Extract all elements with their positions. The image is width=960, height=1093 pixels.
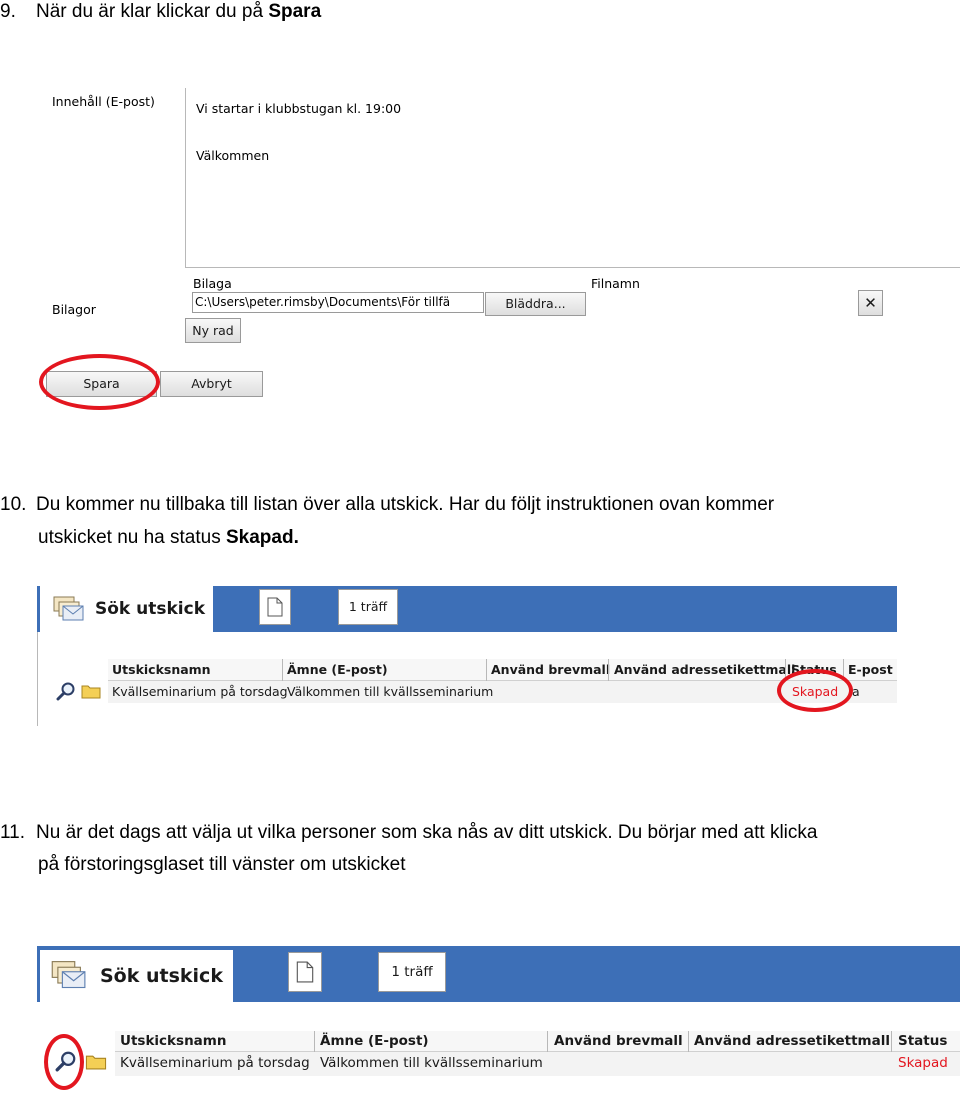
folder-icon[interactable] [81,683,101,699]
panel-title-tab: Sök utskick [40,586,213,632]
step-number: 10. [0,494,27,515]
step-11: 11. Nu är det dags att välja ut vilka per… [0,817,817,849]
attachments-label: Bilagor [52,302,96,317]
editor-line-1[interactable]: Vi startar i klubbstugan kl. 19:00 [196,101,401,116]
row-name: Kvällseminarium på torsdag [120,1055,310,1071]
step-number: 11. [0,822,26,843]
column-subject[interactable]: Ämne (E-post) [320,1033,429,1049]
column-status[interactable]: Status [898,1033,947,1049]
step-10-line-2: utskicket nu ha status Skapad. [0,522,299,554]
row-subject: Välkommen till kvällsseminarium [287,684,494,699]
row-status: Skapad [898,1055,948,1071]
remove-attachment-icon[interactable]: ✕ [858,290,883,316]
attachment-column-label: Bilaga [193,276,232,291]
magnifier-icon[interactable] [56,681,76,701]
folder-icon[interactable] [85,1053,107,1070]
filename-column-label: Filnamn [591,276,640,291]
step-text-bold: Skapad. [226,527,299,548]
column-name[interactable]: Utskicksnamn [120,1033,226,1049]
highlight-ring-magnifier [44,1034,84,1090]
step-text-line-2: utskicket nu ha status [38,527,226,548]
highlight-ring-save [39,354,160,410]
column-subject[interactable]: Ämne (E-post) [287,662,388,677]
column-name[interactable]: Utskicksnamn [112,662,211,677]
column-label-template[interactable]: Använd adressetikettmall [694,1033,890,1049]
step-text: Nu är det dags att välja ut vilka person… [36,822,818,843]
new-row-button[interactable]: Ny rad [185,318,241,343]
panel-title: Sök utskick [100,965,223,987]
hit-count-badge: 1 träff [338,589,398,625]
column-letter-template[interactable]: Använd brevmall [491,662,610,677]
step-number: 9. [0,1,16,22]
column-letter-template[interactable]: Använd brevmall [554,1033,683,1049]
step-9: 9. När du är klar klickar du på Spara [0,0,321,28]
browse-button[interactable]: Bläddra... [485,292,586,316]
panel-title: Sök utskick [95,599,206,619]
new-document-icon[interactable] [288,952,322,992]
step-10: 10. Du kommer nu tillbaka till listan öve… [0,489,774,521]
row-subject: Välkommen till kvällsseminarium [320,1055,543,1071]
step-text: Du kommer nu tillbaka till listan över a… [36,494,775,515]
panel-left-border [37,632,38,726]
editor-left-border [185,88,186,268]
row-name: Kvällseminarium på torsdag [112,684,288,699]
step-text-bold: Spara [268,1,322,22]
editor-line-2[interactable]: Välkommen [196,148,269,163]
column-label-template[interactable]: Använd adressetikettmall [614,662,795,677]
step-11-line-2: på förstoringsglaset till vänster om uts… [0,849,406,881]
content-label: Innehåll (E-post) [52,94,155,109]
hit-count-badge: 1 träff [378,952,446,992]
file-path-input[interactable]: C:\Users\peter.rimsby\Documents\För till… [192,292,484,313]
new-document-icon[interactable] [259,589,291,625]
panel-title-tab: Sök utskick [40,950,233,1002]
highlight-ring-status [777,669,853,712]
step-text-line-2: på förstoringsglaset till vänster om uts… [38,854,406,875]
column-email[interactable]: E-post [848,662,893,677]
row-email: a [852,684,860,699]
step-text: När du är klar klickar du på [36,1,269,22]
editor-bottom-border [185,267,960,268]
envelopes-icon [50,958,86,990]
envelopes-icon [52,594,84,622]
cancel-button[interactable]: Avbryt [160,371,263,397]
